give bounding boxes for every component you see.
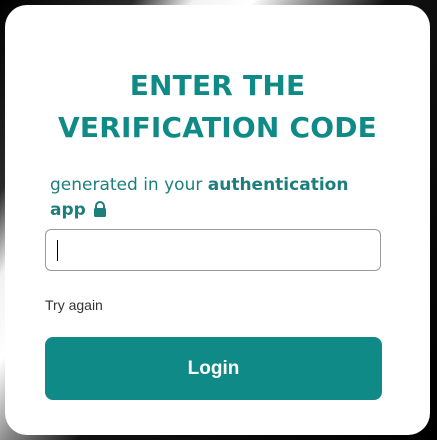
try-again-link[interactable]: Try again	[45, 297, 103, 313]
title-line-2: VERIFICATION CODE	[58, 111, 377, 144]
lock-icon	[93, 200, 107, 217]
verification-code-input[interactable]	[45, 229, 381, 271]
subtitle: generated in your authentication app	[50, 173, 390, 223]
login-button[interactable]: Login	[45, 337, 382, 400]
text-caret	[57, 240, 58, 261]
subtitle-prefix: generated in your	[50, 175, 208, 195]
title-line-1: ENTER THE	[129, 69, 306, 102]
page-title: ENTER THE VERIFICATION CODE	[5, 65, 430, 149]
